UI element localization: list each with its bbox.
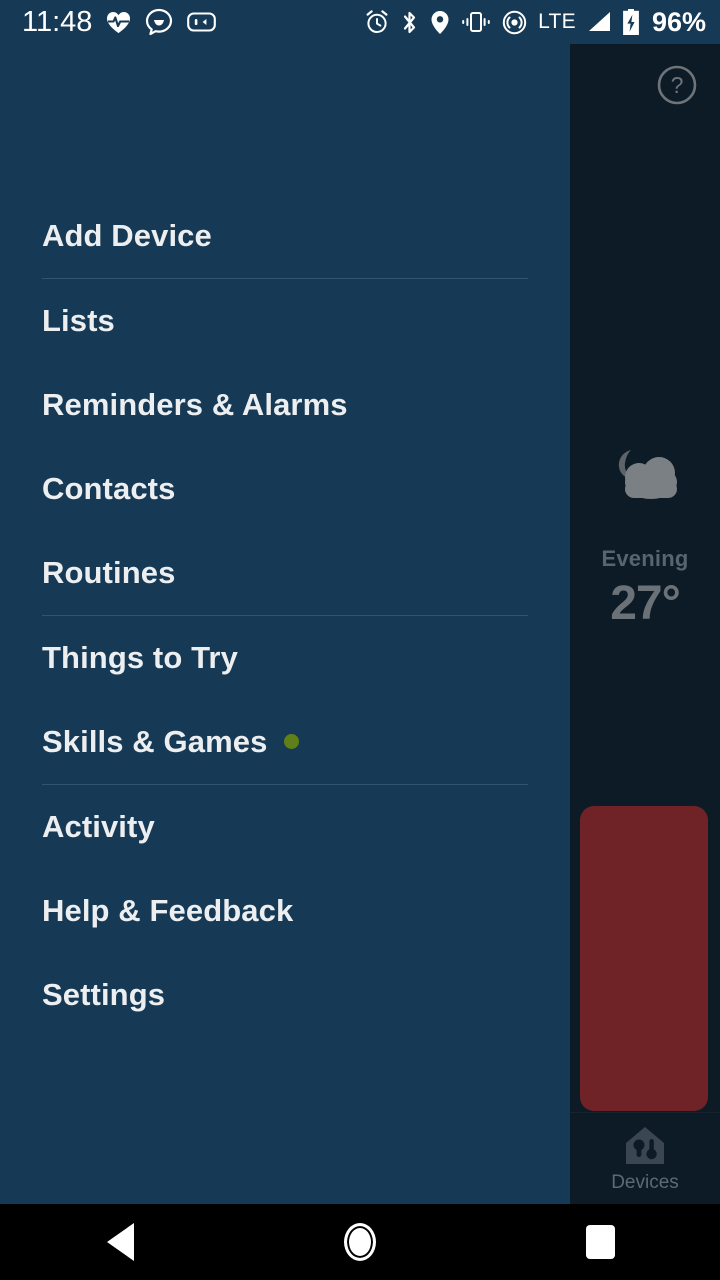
menu-item-activity[interactable]: Activity [0,785,570,869]
vibrate-icon [461,11,491,33]
menu-item-help-feedback[interactable]: Help & Feedback [0,869,570,953]
menu-item-settings[interactable]: Settings [0,953,570,1037]
menu-item-add-device[interactable]: Add Device [0,194,570,278]
smart-home-devices-icon [622,1124,668,1168]
menu-item-label: Skills & Games [42,724,268,759]
nav-home-button[interactable] [315,1204,405,1280]
messaging-icon [187,11,217,33]
bluetooth-icon [400,10,419,35]
signal-icon [587,11,612,33]
menu-item-lists[interactable]: Lists [0,279,570,363]
status-bar-right-group: LTE 96% [365,7,706,38]
network-type-label: LTE [538,10,576,33]
battery-charging-icon [623,9,639,35]
menu-item-label: Add Device [42,218,212,253]
menu-item-contacts[interactable]: Contacts [0,447,570,531]
menu-item-things-to-try[interactable]: Things to Try [0,616,570,700]
weather-temperature: 27° [610,577,681,630]
weather-widget[interactable]: Evening 27° [570,444,720,631]
phone-screen: ? Evening 27° Devices Add Device Lists R… [0,0,720,1280]
menu-item-label: Settings [42,977,166,1012]
nav-recents-button[interactable] [555,1204,645,1280]
content-card[interactable] [580,806,708,1111]
home-circle-icon [344,1223,376,1261]
alarm-icon [365,10,389,34]
help-circle-icon[interactable]: ? [656,64,698,106]
menu-item-label: Contacts [42,471,176,506]
menu-item-skills-games[interactable]: Skills & Games [0,700,570,784]
moon-behind-cloud-icon [599,444,691,506]
nav-back-button[interactable] [75,1204,165,1280]
menu-item-reminders-alarms[interactable]: Reminders & Alarms [0,363,570,447]
back-triangle-icon [106,1223,134,1261]
menu-item-label: Things to Try [42,640,238,675]
location-icon [430,10,450,35]
menu-item-label: Lists [42,303,115,338]
svg-text:?: ? [671,72,684,98]
recents-square-icon [585,1225,615,1259]
chat-smiley-icon [145,8,173,36]
heart-rate-icon [106,11,131,34]
battery-percentage-label: 96% [651,6,706,37]
android-navigation-bar [0,1204,720,1280]
background-app-panel: ? Evening 27° Devices [570,44,720,1204]
bottom-nav-devices-label: Devices [611,1171,679,1193]
status-bar-left-group: 11:48 [22,5,217,38]
menu-item-label: Help & Feedback [42,893,294,928]
hotspot-icon [502,10,527,35]
status-bar: 11:48 LTE 96% [0,0,720,44]
menu-item-routines[interactable]: Routines [0,531,570,615]
menu-item-label: Activity [42,809,155,844]
new-badge-dot [284,733,300,749]
bottom-nav-devices-tab[interactable]: Devices [570,1112,720,1204]
menu-item-label: Reminders & Alarms [42,387,348,422]
weather-period-label: Evening [601,546,689,571]
status-bar-clock: 11:48 [22,5,93,38]
navigation-drawer: Add Device Lists Reminders & Alarms Cont… [0,44,570,1204]
menu-item-label: Routines [42,555,176,590]
